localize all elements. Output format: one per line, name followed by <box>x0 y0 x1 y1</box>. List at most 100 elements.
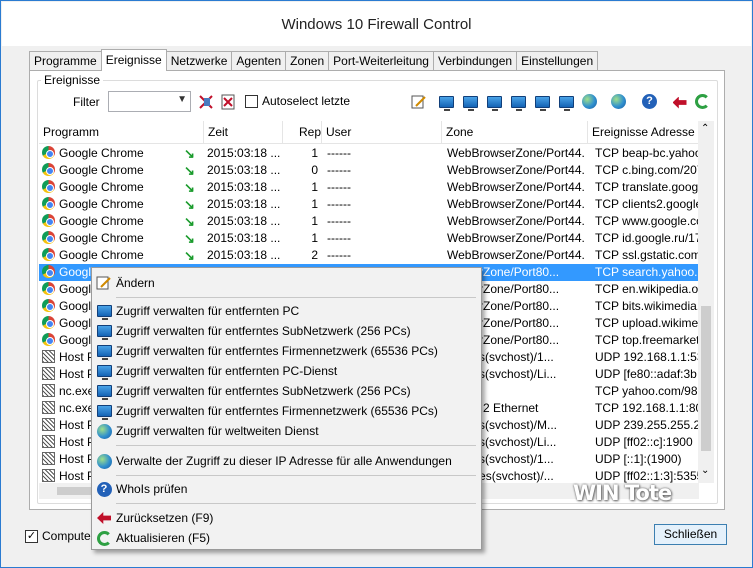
table-row[interactable]: Google Chrome ↘ 2015:03:18 ... 1 ------ WebBr… <box>39 213 699 230</box>
subnet-service-icon[interactable] <box>534 93 551 111</box>
context-menu: Ändern Zugriff verwalten für entfernten … <box>91 267 482 550</box>
tab-programme[interactable]: Programme <box>29 51 102 71</box>
autoselect-checkbox[interactable]: Autoselect letzte <box>245 94 350 108</box>
cell-zone: WebBrowserZone/Port44... <box>447 248 584 262</box>
tab-netzwerke[interactable]: Netzwerke <box>165 51 233 71</box>
menu-item-label: Verwalte der Zugriff zu dieser IP Adress… <box>116 454 452 468</box>
chevron-down-icon[interactable]: ▼ <box>177 94 187 105</box>
tab-agenten[interactable]: Agenten <box>231 51 287 71</box>
table-row[interactable]: Google Chrome ↘ 2015:03:18 ... 2 ------ WebBr… <box>39 247 699 264</box>
cell-zone: WebBrowserZone/Port44... <box>447 180 584 194</box>
window-title: Windows 10 Firewall Control <box>2 2 751 46</box>
cell-user: ------ <box>327 163 351 177</box>
menu-item-reset[interactable]: Zurücksetzen (F9) <box>92 508 481 528</box>
tab-strip: Programme Ereignisse Netzwerke Agenten Zonen… <box>29 49 599 71</box>
chrome-icon <box>42 333 55 346</box>
vertical-scrollbar[interactable]: ⌃ ⌄ <box>698 121 714 483</box>
cell-address: UDP [::1]:(1900) <box>595 452 682 466</box>
menu-item-remote-company[interactable]: Zugriff verwalten für entferntes Firmenn… <box>92 341 481 361</box>
back-icon <box>96 510 112 526</box>
table-header: Programm Zeit Rep User Zone Ereignisse Adress… <box>39 121 699 144</box>
help-icon[interactable]: ? <box>641 93 658 110</box>
menu-item-label: Zugriff verwalten für entferntes Firmenn… <box>116 404 438 418</box>
column-header[interactable]: Ereignisse Adresse <box>588 121 699 143</box>
menu-item-whois[interactable]: ? WhoIs prüfen <box>92 479 481 499</box>
cell-address: TCP en.wikipedia.org <box>595 282 699 296</box>
cell-address: TCP beap-bc.yahoo.c <box>595 146 699 160</box>
menu-item-edit[interactable]: Ändern <box>92 273 481 293</box>
cell-time: 2015:03:18 ... <box>207 214 281 228</box>
cell-address: TCP clients2.google.c <box>595 197 699 211</box>
table-row[interactable]: Google Chrome ↘ 2015:03:18 ... 1 ------ WebBr… <box>39 179 699 196</box>
scroll-thumb[interactable] <box>701 306 711 451</box>
column-header[interactable]: User <box>322 121 442 143</box>
cell-time: 2015:03:18 ... <box>207 180 281 194</box>
tab-port-weiterleitung[interactable]: Port-Weiterleitung <box>328 51 434 71</box>
menu-item-remote-subnet-service[interactable]: Zugriff verwalten für entferntes SubNetz… <box>92 381 481 401</box>
menu-item-remote-pc[interactable]: Zugriff verwalten für entfernten PC <box>92 301 481 321</box>
refresh-icon[interactable] <box>694 93 711 110</box>
checkbox-box[interactable] <box>245 94 258 108</box>
inbound-arrow-icon: ↘ <box>184 163 195 178</box>
cell-address: TCP yahoo.com/98.1 <box>595 384 699 398</box>
computer-checkbox[interactable]: ✓ Computer <box>25 529 95 543</box>
menu-item-remote-pc-service[interactable]: Zugriff verwalten für entfernten PC-Dien… <box>92 361 481 381</box>
company-service-icon[interactable] <box>558 93 575 111</box>
cell-program: Google Chrome <box>42 230 182 247</box>
menu-item-label: Zugriff verwalten für entfernten PC-Dien… <box>116 364 338 378</box>
menu-item-ip-all-apps[interactable]: Verwalte der Zugriff zu dieser IP Adress… <box>92 451 481 471</box>
column-header[interactable]: Programm <box>39 121 204 143</box>
cell-address: UDP 192.168.1.1:53 <box>595 350 699 364</box>
globe-all-icon <box>96 453 112 469</box>
subnet-icon[interactable] <box>462 93 479 111</box>
menu-item-remote-subnet[interactable]: Zugriff verwalten für entferntes SubNetz… <box>92 321 481 341</box>
menu-item-label: WhoIs prüfen <box>116 482 188 496</box>
menu-item-label: Zugriff verwalten für weltweiten Dienst <box>116 424 319 438</box>
menu-item-refresh[interactable]: Aktualisieren (F5) <box>92 528 481 548</box>
column-header[interactable]: Rep <box>283 121 322 143</box>
program-name: Google Chrome <box>59 180 144 194</box>
program-name: nc.exe <box>59 401 95 415</box>
service-icon <box>42 384 55 397</box>
cell-zone: WebBrowserZone/Port44... <box>447 146 584 160</box>
pc-service-icon[interactable] <box>510 93 527 111</box>
scroll-up-icon[interactable]: ⌃ <box>701 123 709 134</box>
table-row[interactable]: Google Chrome ↘ 2015:03:18 ... 1 ------ WebBr… <box>39 230 699 247</box>
computer-icon[interactable] <box>438 93 455 111</box>
program-name: Google Chrome <box>59 214 144 228</box>
cell-program: Google Chrome <box>42 213 182 230</box>
cell-time: 2015:03:18 ... <box>207 248 281 262</box>
checkbox-box[interactable]: ✓ <box>25 529 38 543</box>
tab-verbindungen[interactable]: Verbindungen <box>432 51 518 71</box>
refresh-icon <box>96 530 112 546</box>
menu-item-worldwide-service[interactable]: Zugriff verwalten für weltweiten Dienst <box>92 421 481 441</box>
cell-rep: 2 <box>311 248 318 262</box>
cell-zone: WebBrowserZone/Port44... <box>447 197 584 211</box>
tab-einstellungen[interactable]: Einstellungen <box>516 51 599 71</box>
menu-item-label: Zugriff verwalten für entferntes SubNetz… <box>116 324 411 338</box>
menu-item-remote-company-service[interactable]: Zugriff verwalten für entferntes Firmenn… <box>92 401 481 421</box>
pc-service-icon <box>96 363 112 380</box>
globe-icon[interactable] <box>581 93 598 110</box>
filter-combobox[interactable]: ▼ <box>108 91 191 112</box>
edit-icon[interactable] <box>410 93 427 110</box>
delete-icon[interactable] <box>219 93 236 110</box>
table-row[interactable]: Google Chrome ↘ 2015:03:18 ... 0 ------ WebBr… <box>39 162 699 179</box>
cell-rep: 1 <box>311 231 318 245</box>
column-header[interactable]: Zone <box>442 121 588 143</box>
close-button[interactable]: Schließen <box>654 524 727 545</box>
tab-ereignisse[interactable]: Ereignisse <box>100 49 167 71</box>
cell-rep: 1 <box>311 180 318 194</box>
back-icon[interactable] <box>671 94 688 111</box>
tab-zonen[interactable]: Zonen <box>285 51 330 71</box>
clear-filter-icon[interactable] <box>197 93 214 110</box>
cell-address: TCP top.freemarket.l <box>595 333 699 347</box>
table-row[interactable]: Google Chrome ↘ 2015:03:18 ... 1 ------ WebBr… <box>39 196 699 213</box>
cell-address: TCP c.bing.com/207. <box>595 163 699 177</box>
scroll-down-icon[interactable]: ⌄ <box>701 465 709 476</box>
globe-all-icon[interactable] <box>610 93 627 110</box>
cell-zone: WebBrowserZone/Port44... <box>447 214 584 228</box>
company-network-icon[interactable] <box>486 93 503 111</box>
table-row[interactable]: Google Chrome ↘ 2015:03:18 ... 1 ------ WebBr… <box>39 145 699 162</box>
column-header[interactable]: Zeit <box>204 121 283 143</box>
